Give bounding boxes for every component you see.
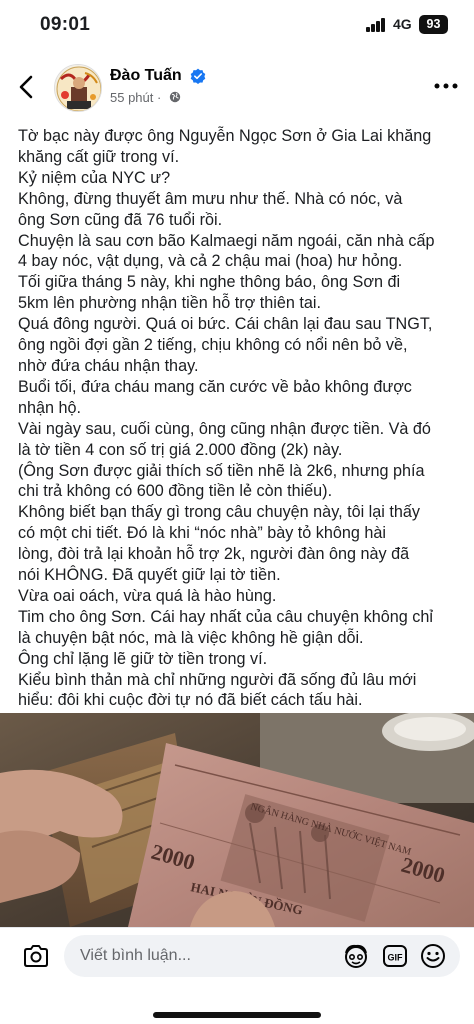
verified-icon <box>190 68 206 84</box>
post-line: Tối giữa tháng 5 này, khi nghe thông báo… <box>18 273 401 292</box>
signal-icon <box>366 18 386 32</box>
post-header: Đào Tuấn 55 phút · <box>0 52 474 122</box>
post-line: Chuyện là sau cơn bão Kalmaegi năm ngoái… <box>18 231 435 250</box>
post-line: có một chi tiết. Đó là khi “nóc nhà” bày… <box>18 524 387 543</box>
post-line: Vài ngày sau, cuối cùng, ông cũng nhận đ… <box>18 419 431 438</box>
post-line: nhận hộ. <box>18 398 82 417</box>
post-line: là chuyện bật nóc, mà là việc không hề g… <box>18 628 364 647</box>
comment-placeholder: Viết bình luận... <box>80 947 191 964</box>
meta-separator: · <box>157 90 162 105</box>
post-line: Vừa oai oách, vừa quá là hào hùng. <box>18 586 277 605</box>
back-icon[interactable] <box>14 72 40 102</box>
post-text: Tờ bạc này được ông Nguyễn Ngọc Sơn ở Gi… <box>18 126 464 711</box>
banknote-photo: NGÂN HÀNG NHÀ NƯỚC VIỆT NAM 2000 2000 HA… <box>0 713 474 927</box>
status-time: 09:01 <box>40 14 91 35</box>
post-time[interactable]: 55 phút <box>110 90 153 105</box>
post-line: Ông chỉ lặng lẽ giữ tờ tiền trong ví. <box>18 649 268 668</box>
post-photo[interactable]: NGÂN HÀNG NHÀ NƯỚC VIỆT NAM 2000 2000 HA… <box>0 713 474 927</box>
gif-icon[interactable]: GIF <box>382 944 408 968</box>
post-line: là tờ tiền 4 con số trị giá 2.000 đồng (… <box>18 440 343 459</box>
post-line: Kiểu bình thản mà chỉ những người đã sốn… <box>18 670 417 689</box>
post-line: hiểu: đôi khi cuộc đời tự nó đã biết các… <box>18 691 363 710</box>
post-line: ông Sơn cũng đã 76 tuổi rồi. <box>18 210 223 229</box>
svg-text:GIF: GIF <box>388 953 404 963</box>
post-line: Tim cho ông Sơn. Cái hay nhất của câu ch… <box>18 607 433 626</box>
comment-input[interactable]: Viết bình luận... GIF <box>64 935 460 977</box>
avatar-sticker-icon[interactable] <box>342 943 370 969</box>
comment-bar: Viết bình luận... GIF <box>0 927 474 1024</box>
post-line: Tờ bạc này được ông Nguyễn Ngọc Sơn ở Gi… <box>18 127 432 145</box>
camera-icon[interactable] <box>22 943 50 969</box>
post-line: 4 bay nóc, vật dụng, và cả 2 chậu mai (h… <box>18 252 403 271</box>
network-label: 4G <box>393 16 412 32</box>
post-line: 5km lên phường nhận tiền hỗ trợ thiên ta… <box>18 294 321 313</box>
post-line: Không, đừng thuyết âm mưu như thế. Nhà c… <box>18 189 403 208</box>
status-bar: 09:01 4G 93 <box>0 0 474 52</box>
post-line: Quá đông người. Quá oi bức. Cái chân lại… <box>18 315 433 334</box>
battery-icon: 93 <box>419 15 448 34</box>
post-line: Kỷ niệm của NYC ư? <box>18 168 171 187</box>
post-line: ông ngồi đợi gần 2 tiếng, chịu không có … <box>18 336 408 355</box>
post-meta: 55 phút · <box>110 90 181 105</box>
post-line: Không biết bạn thấy gì trong câu chuyện … <box>18 503 420 522</box>
post-line: nhờ đứa cháu nhận thay. <box>18 356 199 375</box>
post-line: khăng cất giữ trong ví. <box>18 147 180 166</box>
post-line: Buổi tối, đứa cháu mang căn cước về bảo … <box>18 377 412 396</box>
emoji-icon[interactable] <box>420 943 446 969</box>
more-icon[interactable] <box>432 76 460 96</box>
post-line: chi trả không có 600 đồng tiền lẻ còn th… <box>18 482 333 501</box>
post-line: nói KHÔNG. Đã quyết giữ lại tờ tiền. <box>18 566 281 585</box>
post-line: (Ông Sơn được giải thích số tiền nhẽ là … <box>18 461 425 480</box>
post-line: lòng, đòi trả lại khoản hỗ trợ 2k, người… <box>18 545 410 564</box>
home-indicator <box>153 1012 321 1018</box>
avatar[interactable] <box>54 64 102 112</box>
globe-icon <box>169 91 181 103</box>
author-name[interactable]: Đào Tuấn <box>110 67 182 85</box>
